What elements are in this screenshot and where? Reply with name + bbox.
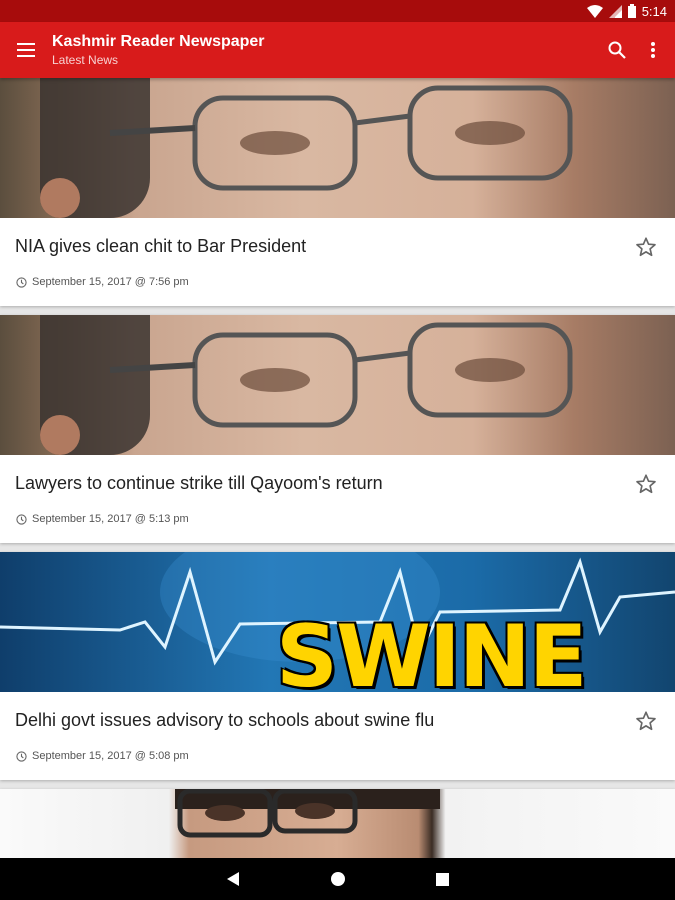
clock-icon — [16, 750, 27, 762]
article-body: Lawyers to continue strike till Qayoom's… — [0, 455, 675, 543]
recents-icon[interactable] — [436, 872, 449, 886]
article-dateline: September 15, 2017 @ 5:08 pm — [16, 750, 189, 762]
article-card[interactable]: NIA gives clean chit to Bar President Se… — [0, 78, 675, 306]
home-icon[interactable] — [330, 871, 346, 887]
system-nav-bar — [0, 858, 675, 900]
search-button[interactable] — [599, 22, 635, 78]
article-dateline: September 15, 2017 @ 7:56 pm — [16, 276, 189, 288]
more-options-button[interactable] — [635, 22, 671, 78]
article-body: Delhi govt issues advisory to schools ab… — [0, 692, 675, 780]
app-bar: Kashmir Reader Newspaper Latest News — [0, 22, 675, 78]
article-image[interactable]: SWINE — [0, 552, 675, 692]
star-icon[interactable] — [635, 473, 657, 495]
clock-icon — [16, 513, 27, 525]
star-icon[interactable] — [635, 236, 657, 258]
article-headline[interactable]: NIA gives clean chit to Bar President — [15, 236, 615, 257]
article-image[interactable] — [0, 78, 675, 218]
status-icons: 5:14 — [586, 3, 667, 19]
article-card[interactable]: Lawyers to continue strike till Qayoom's… — [0, 315, 675, 543]
article-dateline: September 15, 2017 @ 5:13 pm — [16, 513, 189, 525]
article-image[interactable] — [0, 315, 675, 455]
glasses-graphic — [109, 322, 573, 428]
more-vert-icon — [651, 42, 655, 58]
article-date: September 15, 2017 @ 7:56 pm — [32, 276, 189, 288]
article-image[interactable] — [0, 789, 675, 858]
glasses-graphic — [109, 85, 573, 191]
star-icon[interactable] — [635, 710, 657, 732]
swine-graphic-text: SWINE — [276, 607, 588, 692]
back-icon[interactable] — [226, 871, 240, 887]
clock-icon — [16, 276, 27, 288]
status-bar: 5:14 — [0, 0, 675, 22]
article-date: September 15, 2017 @ 5:08 pm — [32, 750, 189, 762]
article-headline[interactable]: Lawyers to continue strike till Qayoom's… — [15, 473, 615, 494]
status-time: 5:14 — [641, 3, 667, 19]
signal-icon — [608, 4, 622, 18]
app-titles: Kashmir Reader Newspaper Latest News — [52, 33, 599, 67]
app-title: Kashmir Reader Newspaper — [52, 33, 265, 50]
article-headline[interactable]: Delhi govt issues advisory to schools ab… — [15, 710, 615, 731]
article-card[interactable]: SWINE Delhi govt issues advisory to scho… — [0, 552, 675, 780]
article-body: NIA gives clean chit to Bar President Se… — [0, 218, 675, 306]
menu-icon — [17, 43, 35, 57]
glasses-graphic — [175, 789, 440, 838]
battery-icon — [627, 4, 636, 18]
article-date: September 15, 2017 @ 5:13 pm — [32, 513, 189, 525]
wifi-icon — [586, 4, 603, 18]
search-icon — [608, 41, 626, 59]
article-card[interactable] — [0, 789, 675, 858]
menu-button[interactable] — [0, 22, 52, 78]
news-feed[interactable]: NIA gives clean chit to Bar President Se… — [0, 78, 675, 858]
app-subtitle: Latest News — [52, 53, 119, 67]
